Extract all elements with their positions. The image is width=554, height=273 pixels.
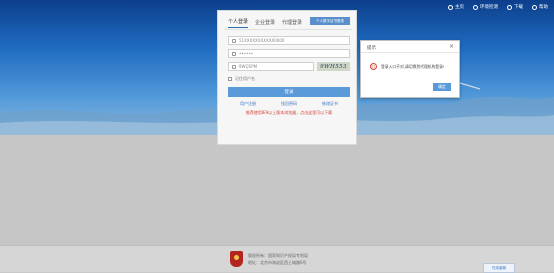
login-card: 个人登录 企业登录 代理登录 个人数字证书登录 51XXXXXXXXXXX000… (217, 10, 357, 145)
download-icon (507, 4, 512, 10)
nav-home-label: 主页 (455, 5, 464, 10)
remember-label: 记住用户名 (235, 76, 255, 81)
footer: 版权所有：国家知识产权局专利局 地址：北京市海淀区西土城路6号 (0, 245, 554, 272)
nav-env-check[interactable]: 环境检测 (473, 4, 498, 10)
tab-personal[interactable]: 个人登录 (228, 18, 249, 28)
user-icon (232, 38, 236, 43)
remember-checkbox[interactable] (228, 77, 232, 81)
login-button[interactable]: 登录 (228, 87, 350, 97)
register-link[interactable]: 用户注册 (240, 101, 256, 107)
footer-copyright: 版权所有：国家知识产权局专利局 (248, 253, 308, 258)
nav-download-label: 下载 (514, 5, 523, 10)
nav-help[interactable]: 帮助 (532, 4, 548, 10)
online-service-badge[interactable]: 在线客服 (483, 263, 515, 273)
key-icon (232, 64, 236, 69)
password-field[interactable]: •••••• (228, 49, 350, 58)
captcha-input[interactable]: 9WQ5PM (228, 62, 314, 71)
dialog-divider (361, 52, 459, 53)
login-tabs: 个人登录 企业登录 代理登录 (228, 18, 302, 28)
lock-icon (232, 51, 236, 56)
dialog-ok-button[interactable]: 确定 (433, 83, 451, 91)
nav-download[interactable]: 下载 (507, 4, 523, 10)
modify-cert-link[interactable]: 修改证书 (322, 101, 338, 107)
login-links: 用户注册 找回密码 修改证书 (228, 101, 350, 107)
captcha-value: 9WQ5PM (239, 64, 258, 69)
page-overlay (0, 135, 554, 245)
tab-enterprise[interactable]: 企业登录 (255, 19, 275, 28)
cert-login-button[interactable]: 个人数字证书登录 (310, 17, 350, 25)
remember-username[interactable]: 记住用户名 (228, 76, 255, 82)
national-emblem-icon (230, 251, 243, 267)
footer-address: 地址：北京市海淀区西土城路6号 (248, 260, 307, 265)
captcha-image[interactable]: 9WH553 (317, 62, 350, 71)
help-icon (532, 4, 537, 10)
browser-notice[interactable]: 推荐使用IE9以上版本浏览器，点击这里可以下载 (228, 110, 350, 116)
dialog-title: 提示 (367, 46, 376, 51)
password-value: •••••• (239, 51, 254, 56)
sad-face-icon: ☹ (370, 63, 377, 70)
top-nav: 主页 环境检测 下载 帮助 (448, 4, 548, 10)
nav-env-check-label: 环境检测 (480, 5, 498, 10)
close-icon[interactable]: × (449, 43, 454, 50)
recover-password-link[interactable]: 找回密码 (281, 101, 297, 107)
username-value: 51XXXXXXXXXXX0000 (239, 38, 285, 43)
divider (224, 29, 352, 30)
alert-dialog: 提示 × ☹ 登录入口不对,请切换到代理机构登录! 确定 (360, 40, 460, 98)
nav-home[interactable]: 主页 (448, 4, 464, 10)
nav-help-label: 帮助 (539, 5, 548, 10)
monitor-icon (473, 4, 478, 10)
home-icon (448, 4, 453, 10)
dialog-message: 登录入口不对,请切换到代理机构登录! (381, 64, 445, 69)
tab-agency[interactable]: 代理登录 (282, 19, 302, 28)
username-field[interactable]: 51XXXXXXXXXXX0000 (228, 36, 350, 45)
